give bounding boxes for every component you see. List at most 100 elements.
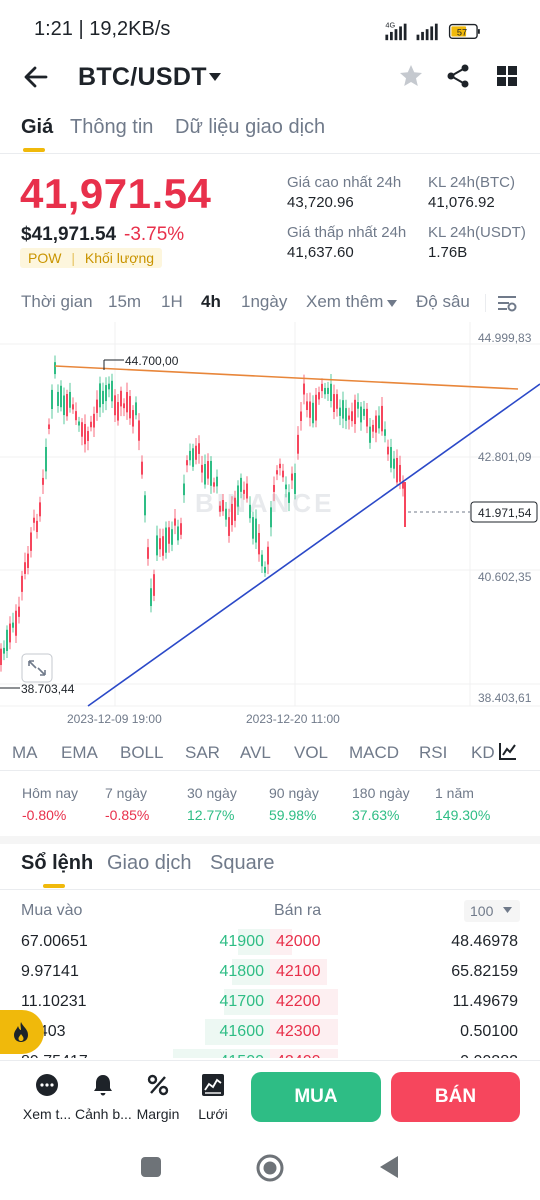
vol-btc-label: KL 24h(BTC) (428, 174, 515, 191)
candle-body (93, 413, 95, 428)
candle-body (15, 610, 17, 636)
back-nav-icon[interactable] (378, 1155, 400, 1179)
indicator-vol[interactable]: VOL (294, 743, 328, 763)
grid-bot-action[interactable]: Lưới (185, 1073, 241, 1122)
more-caret-icon[interactable] (387, 300, 397, 308)
perf-180d-value: 37.63% (352, 807, 400, 823)
star-icon[interactable] (398, 63, 424, 89)
candle-body (219, 505, 221, 512)
indicator-ma[interactable]: MA (12, 743, 38, 763)
candle-body (216, 476, 218, 487)
indicator-settings-icon[interactable] (498, 741, 518, 761)
bid-qty: 11.10231 (21, 993, 87, 1010)
candle-body (255, 518, 257, 543)
candle-body (237, 485, 239, 507)
candle-body (225, 508, 227, 520)
orderbook-row[interactable]: 9.97141 41800 42100 65.82159 (0, 958, 540, 987)
ask-price: 42400 (276, 1053, 321, 1058)
flame-fab-button[interactable] (0, 1010, 44, 1054)
candle-body (273, 484, 275, 492)
candle-body (393, 458, 395, 469)
candle-body (165, 527, 167, 553)
candle-body (294, 473, 296, 494)
interval-1h[interactable]: 1H (161, 292, 183, 312)
price-block: 41,971.54 $41,971.54 -3.75% POW | Khối l… (0, 160, 540, 280)
orderbook-row[interactable]: 1540341600423000.50100 (0, 1018, 540, 1047)
tab-trades[interactable]: Giao dịch (107, 852, 192, 875)
depth-caret-icon (503, 907, 512, 913)
interval-depth[interactable]: Độ sâu (416, 292, 470, 312)
low-marker-label: 38.703,44 (21, 682, 75, 696)
orderbook-row[interactable]: 11.10231 41700 42200 11.49679 (0, 988, 540, 1017)
indicator-macd[interactable]: MACD (349, 743, 399, 763)
recent-apps-icon[interactable] (140, 1156, 162, 1178)
tab-price[interactable]: Giá (21, 116, 53, 139)
indicator-ema[interactable]: EMA (61, 743, 98, 763)
more-action[interactable]: Xem t... (19, 1073, 75, 1122)
pair-title[interactable]: BTC/USDT (78, 63, 207, 92)
interval-15m[interactable]: 15m (108, 292, 141, 312)
alert-action[interactable]: Cảnh b... (75, 1073, 131, 1122)
candle-body (327, 387, 329, 394)
more-dots-icon (36, 1074, 58, 1096)
candle-body (180, 523, 182, 535)
chart-settings-icon[interactable] (497, 294, 517, 312)
candle-body (234, 497, 236, 521)
tag-pow[interactable]: POW (28, 250, 61, 266)
interval-4h[interactable]: 4h (201, 292, 221, 312)
bid-qty: 89.75417 (21, 1053, 88, 1058)
buy-button[interactable]: MUA (251, 1072, 381, 1122)
candle-body (81, 422, 83, 437)
candle-body (330, 383, 332, 402)
candle-body (201, 464, 203, 473)
indicator-avl[interactable]: AVL (240, 743, 271, 763)
high-marker-label: 44.700,00 (125, 354, 179, 368)
candle-body (363, 408, 365, 416)
indicator-rsi[interactable]: RSI (419, 743, 447, 763)
orderbook-row[interactable]: 89.75417 41500 42400 0.00282 (0, 1048, 540, 1058)
home-icon[interactable] (255, 1153, 285, 1183)
candle-body (111, 380, 113, 402)
depth-select[interactable]: 100 (464, 900, 520, 922)
perf-today-label: Hôm nay (22, 785, 79, 801)
candle-body (369, 426, 371, 443)
share-icon[interactable] (446, 63, 470, 89)
candle-body (342, 400, 344, 419)
interval-1d[interactable]: 1ngày (241, 292, 287, 312)
interval-time[interactable]: Thời gian (21, 292, 93, 312)
grid-layout-icon[interactable] (496, 65, 518, 87)
ask-qty: 0.50100 (460, 1023, 518, 1040)
candlestick-chart[interactable]: BINANCE 44.700,00 38.703,44 41.971,54 44… (0, 322, 540, 730)
candle-body (279, 463, 281, 469)
candle-body (123, 403, 125, 409)
perf-1y-label: 1 năm (435, 785, 474, 801)
y-tick-1: 44.999,83 (478, 331, 532, 345)
candle-body (375, 415, 377, 433)
ask-qty: 65.82159 (451, 963, 518, 980)
indicator-kd[interactable]: KD (471, 743, 495, 763)
tab-info[interactable]: Thông tin (70, 116, 153, 139)
candle-body (177, 526, 179, 541)
ask-qty: 48.46978 (451, 933, 518, 950)
sell-button[interactable]: BÁN (391, 1072, 520, 1122)
tag-volume[interactable]: Khối lượng (85, 250, 154, 266)
back-arrow-icon[interactable] (22, 63, 50, 91)
candle-body (282, 470, 284, 478)
caret-down-icon[interactable] (208, 71, 222, 83)
alert-action-label: Cảnh b... (75, 1106, 131, 1122)
candle-body (69, 391, 71, 408)
header: BTC/USDT (0, 55, 540, 100)
tab-square[interactable]: Square (210, 852, 275, 875)
indicator-sar[interactable]: SAR (185, 743, 220, 763)
indicator-boll[interactable]: BOLL (120, 743, 163, 763)
margin-action[interactable]: Margin (130, 1073, 186, 1122)
bids-label: Mua vào (21, 902, 83, 919)
tab-orderbook[interactable]: Sổ lệnh (21, 852, 93, 875)
expand-chart-icon[interactable] (21, 653, 53, 683)
interval-more[interactable]: Xem thêm (306, 292, 383, 312)
candle-body (195, 445, 197, 460)
orderbook-row[interactable]: 67.00651 41900 42000 48.46978 (0, 928, 540, 957)
chart-svg[interactable]: BINANCE 44.700,00 38.703,44 41.971,54 44… (0, 322, 540, 730)
tab-trading-data[interactable]: Dữ liệu giao dịch (175, 116, 325, 139)
bid-price: 41700 (219, 993, 265, 1010)
